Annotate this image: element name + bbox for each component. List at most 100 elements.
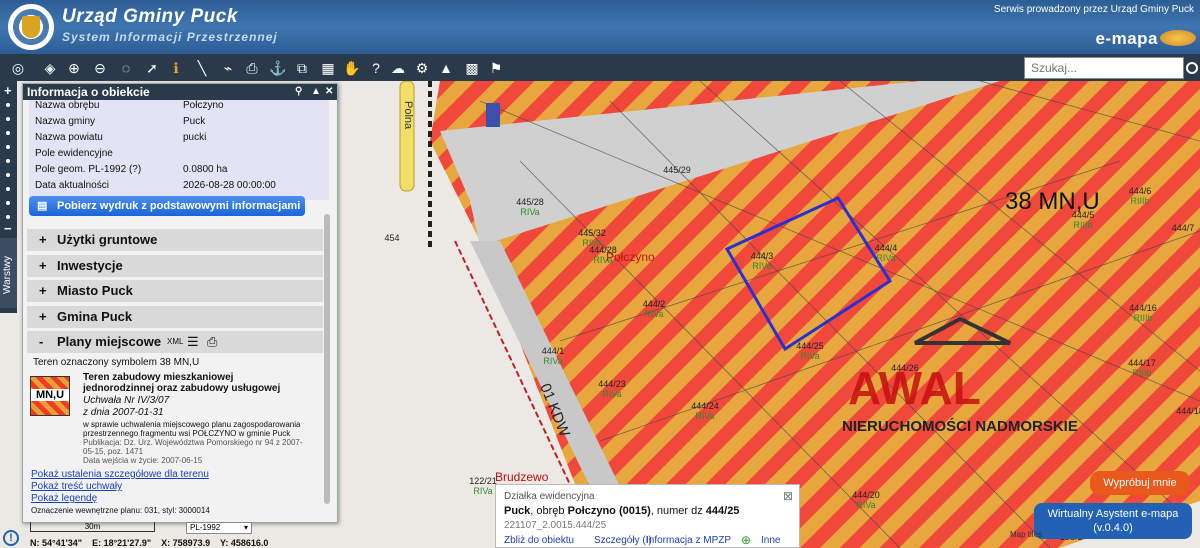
prop-value: Puck xyxy=(183,116,206,127)
link-other[interactable]: Inne xyxy=(761,535,780,546)
try-me-button[interactable]: Wypróbuj mnie xyxy=(1090,471,1190,495)
grid-icon[interactable]: ▩ xyxy=(462,58,482,78)
parcel-number[interactable]: 445/32 xyxy=(578,228,606,238)
info-circle-icon[interactable]: ! xyxy=(3,530,19,546)
section-city-puck[interactable]: + Miasto Puck xyxy=(27,280,323,302)
parcel-number[interactable]: 445/28 xyxy=(516,197,544,207)
collapse-icon[interactable]: ▲ xyxy=(311,84,321,100)
parcel-number[interactable]: 444/6 xyxy=(1129,186,1152,196)
close-icon[interactable]: ✕ xyxy=(325,84,333,100)
plus-circle-icon[interactable]: ⊕ xyxy=(741,533,751,547)
crs-select[interactable]: PL-1992 ▾ xyxy=(186,522,252,534)
link-zoom-to-object[interactable]: Zbliż do obiektu xyxy=(504,535,574,546)
virtual-assistant-button[interactable]: Wirtualny Asystent e-mapa (v.0.4.0) xyxy=(1034,503,1192,539)
xml-icon[interactable]: XML xyxy=(167,331,183,353)
triangle-icon[interactable]: ▲ xyxy=(436,58,456,78)
coord-lon: E: 18°21'27.9" xyxy=(92,538,152,548)
parcel-number[interactable]: 444/17 xyxy=(1128,358,1156,368)
panel-header: Informacja o obiekcie ⚲ ▲ ✕ xyxy=(23,84,337,100)
download-printout-button[interactable]: ▤ Pobierz wydruk z podstawowymi informac… xyxy=(29,196,305,216)
soil-class-label: RIVa xyxy=(520,207,539,217)
parcel-number[interactable]: 444/23 xyxy=(598,379,626,389)
pan-icon[interactable]: ✋ xyxy=(342,58,362,78)
parcel-number[interactable]: 444/25 xyxy=(796,341,824,351)
parcel-number[interactable]: 444/3 xyxy=(751,251,774,261)
search-input[interactable] xyxy=(1024,57,1184,79)
expand-icon: + xyxy=(39,258,47,273)
parcel-number[interactable]: 444/24 xyxy=(691,401,719,411)
soil-class-label: RIIIb xyxy=(1130,196,1149,206)
link-icon[interactable]: ⚲ xyxy=(295,84,302,100)
parcel-number[interactable]: 444/7 xyxy=(1172,223,1195,233)
parcel-number[interactable]: 444/2 xyxy=(643,299,666,309)
layers-icon[interactable]: ◈ xyxy=(40,58,60,78)
popup-parcel-number: 444/25 xyxy=(705,505,740,517)
section-local-plans[interactable]: - Plany miejscowe XML ☰ ⎙ xyxy=(27,331,323,353)
zoom-dot xyxy=(6,215,10,219)
print-icon[interactable]: ⎙ xyxy=(242,58,262,78)
panel-scrollbar[interactable] xyxy=(324,214,330,504)
coord-y: Y: 458616.0 xyxy=(220,538,269,548)
zoom-in-icon[interactable]: ⊕ xyxy=(64,58,84,78)
popup-commune: Puck xyxy=(504,505,531,517)
split-icon[interactable]: ⧉ xyxy=(292,58,312,78)
layout-icon[interactable]: ▦ xyxy=(318,58,338,78)
link-legend[interactable]: Pokaż legendę xyxy=(31,493,97,504)
link-resolution-text[interactable]: Pokaż treść uchwały xyxy=(31,481,122,492)
parcel-number[interactable]: 444/16 xyxy=(1129,303,1157,313)
measure-line-icon[interactable]: ╲ xyxy=(192,58,212,78)
parcel-number[interactable]: 454 xyxy=(384,233,399,243)
zoom-dot xyxy=(6,131,10,135)
link-mpzp-info[interactable]: Informacja z MPZP xyxy=(646,535,731,546)
parcel-number[interactable]: 445/29 xyxy=(663,165,691,175)
popup-separator: , numer dz xyxy=(650,505,706,517)
list-icon[interactable]: ☰ xyxy=(187,331,199,353)
parcel-number[interactable]: 122/21 xyxy=(469,476,497,486)
parcel-number[interactable]: 444/1 xyxy=(542,346,565,356)
prop-label: Nazwa gminy xyxy=(35,116,96,127)
link-detailed-terms[interactable]: Pokaż ustalenia szczegółowe dla terenu xyxy=(31,469,209,480)
parcel-number[interactable]: 444/5 xyxy=(1072,210,1095,220)
measure-area-icon[interactable]: ⌁ xyxy=(218,58,238,78)
collapse-icon: - xyxy=(39,334,44,349)
popup-precinct: Połczyno (0015) xyxy=(567,505,651,517)
section-investments[interactable]: + Inwestycje xyxy=(27,255,323,277)
download-icon[interactable]: ☁ xyxy=(388,58,408,78)
pointer-icon[interactable]: ➚ xyxy=(142,58,162,78)
soil-class-label: RIIIb xyxy=(1073,220,1092,230)
watermark-subtext: NIERUCHOMOŚCI NADMORSKIE xyxy=(842,417,1078,435)
plan-subject: w sprawie uchwalenia miejscowego planu z… xyxy=(83,420,301,438)
plus-icon[interactable]: + xyxy=(4,83,12,98)
help-icon[interactable]: ? xyxy=(366,58,386,78)
parcel-number[interactable]: 444/28 xyxy=(589,245,617,255)
prop-value: 2026-08-28 00:00:00 xyxy=(183,180,276,191)
prop-value: 0.0800 ha xyxy=(183,164,228,175)
search-icon[interactable] xyxy=(1186,62,1198,74)
settings-icon[interactable]: ⚙ xyxy=(412,58,432,78)
pin-icon[interactable]: ⚓ xyxy=(268,58,288,78)
section-commune-puck[interactable]: + Gmina Puck xyxy=(27,306,323,328)
minus-icon[interactable]: − xyxy=(4,221,12,236)
link-details[interactable]: Szczegóły (I) xyxy=(594,535,652,546)
print-icon[interactable]: ⎙ xyxy=(207,331,217,353)
world-icon[interactable]: ◎ xyxy=(4,58,32,78)
soil-class-label: RIVa xyxy=(644,309,663,319)
close-icon[interactable]: ⊠ xyxy=(783,489,793,503)
parcel-number[interactable]: 444/20 xyxy=(852,490,880,500)
parcel-number[interactable]: 444/26 xyxy=(891,363,919,373)
parcel-number[interactable]: 444/4 xyxy=(875,243,898,253)
zoom-out-icon[interactable]: ⊖ xyxy=(90,58,110,78)
section-label: Plany miejscowe xyxy=(57,334,162,349)
zoom-extent-icon[interactable]: ◌ xyxy=(116,58,136,78)
header: Urząd Gminy Puck System Informacji Przes… xyxy=(0,0,1200,54)
share-icon[interactable]: ⚑ xyxy=(486,58,506,78)
section-land-use[interactable]: + Użytki gruntowe xyxy=(27,229,323,251)
plan-symbol: MN,U xyxy=(31,389,69,401)
soil-class-label: RIIIb xyxy=(1133,313,1152,323)
info-icon[interactable]: ℹ xyxy=(166,58,186,78)
prop-label: Pole ewidencyjne xyxy=(35,148,113,159)
layers-tab[interactable]: Warstwy xyxy=(0,238,17,308)
soil-class-label: RIVa xyxy=(856,500,875,510)
app-title: Urząd Gminy Puck xyxy=(62,6,238,27)
parcel-number[interactable]: 444/18 xyxy=(1176,406,1200,416)
